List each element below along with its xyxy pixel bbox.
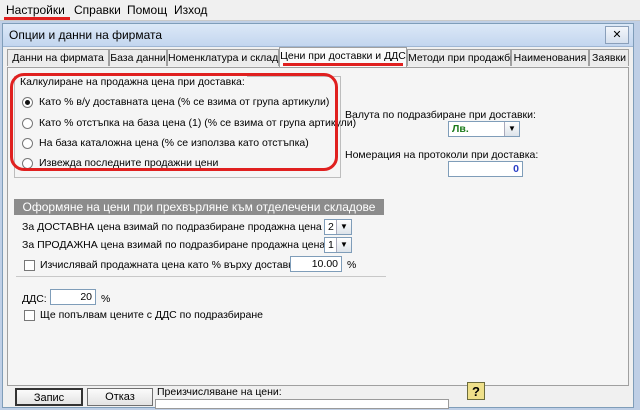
chevron-down-icon[interactable]: ▼: [336, 238, 351, 252]
close-button[interactable]: ✕: [605, 26, 629, 44]
tab-database[interactable]: База данни: [109, 49, 167, 66]
sale-price-label: За ПРОДАЖНА цена взимай по подразбиране …: [22, 239, 340, 251]
delivery-price-value: 2: [328, 221, 334, 233]
dialog-footer: Запис Отказ Преизчисляване на цени: ?: [7, 382, 629, 409]
chevron-down-icon[interactable]: ▼: [336, 220, 351, 234]
calc-percent-input[interactable]: 10.00: [290, 256, 342, 272]
radio-label: Като % отстъпка на база цена (1) (% се в…: [39, 117, 357, 129]
vat-input[interactable]: 20: [50, 289, 96, 305]
calc-group-title: Калкулиране на продажна цена при доставк…: [18, 76, 247, 88]
menu-exit[interactable]: Изход: [174, 3, 207, 17]
chevron-down-icon[interactable]: ▼: [504, 122, 519, 136]
question-icon: ?: [472, 384, 480, 399]
options-dialog: Опции и данни на фирмата ✕ Данни на фирм…: [2, 23, 634, 409]
currency-value: Лв.: [452, 123, 469, 135]
cancel-button[interactable]: Отказ: [87, 388, 153, 406]
prices-with-vat-label: Ще попълвам цените с ДДС по подразбиране: [40, 309, 263, 321]
prices-with-vat-checkbox[interactable]: [24, 310, 35, 321]
window-title: Опции и данни на фирмата: [9, 28, 163, 42]
tab-names[interactable]: Наименования: [511, 49, 589, 66]
help-button[interactable]: ?: [467, 382, 485, 400]
radio-button[interactable]: [22, 157, 33, 169]
calc-percent-checkbox[interactable]: [24, 260, 35, 271]
sale-price-value: 1: [328, 239, 334, 251]
menu-help[interactable]: Помощ: [127, 3, 167, 17]
save-button[interactable]: Запис: [15, 388, 83, 406]
divider: [16, 276, 386, 277]
protocol-label: Номерация на протоколи при доставка:: [345, 149, 539, 161]
radio-option-last-prices[interactable]: Извежда последните продажни цени: [22, 155, 218, 171]
radio-option-discount[interactable]: Като % отстъпка на база цена (1) (% се в…: [22, 115, 356, 131]
radio-button[interactable]: [22, 117, 33, 129]
radio-label: На база каталожна цена (% се използва ка…: [39, 137, 309, 149]
menu-bar: Настройки Справки Помощ Изход: [0, 0, 640, 21]
tab-orders[interactable]: Заявки: [589, 49, 629, 66]
protocol-number-input[interactable]: 0: [448, 161, 523, 177]
tab-sales-methods[interactable]: Методи при продажби: [407, 49, 516, 66]
calc-percent-unit: %: [347, 259, 357, 271]
radio-button[interactable]: [22, 96, 33, 108]
radio-button[interactable]: [22, 137, 33, 149]
calc-percent-label: Изчислявай продажната цена като % върху …: [40, 259, 311, 271]
title-bar: Опции и данни на фирмата ✕: [3, 24, 633, 47]
radio-option-catalog[interactable]: На база каталожна цена (% се използва ка…: [22, 135, 309, 151]
recalc-progress-bar: [155, 399, 449, 409]
vat-unit: %: [101, 293, 111, 305]
radio-label: Като % в/у доставната цена (% се взима о…: [39, 96, 330, 108]
tab-company-data[interactable]: Данни на фирмата: [7, 49, 109, 66]
close-icon: ✕: [612, 29, 622, 41]
annotation-underline-tab: [283, 63, 403, 66]
menu-help-docs[interactable]: Справки: [74, 3, 121, 17]
vat-label: ДДС:: [22, 293, 47, 305]
radio-label: Извежда последните продажни цени: [39, 157, 219, 169]
tab-content: Калкулиране на продажна цена при доставк…: [7, 67, 629, 386]
currency-label: Валута по подразбиране при доставки:: [345, 109, 536, 121]
radio-option-markup[interactable]: Като % в/у доставната цена (% се взима о…: [22, 94, 329, 110]
recalc-label: Преизчисляване на цени:: [157, 386, 282, 398]
annotation-underline-menu: [4, 17, 70, 20]
currency-select[interactable]: Лв. ▼: [448, 121, 520, 137]
tab-nomenclature[interactable]: Номенклатура и склад: [167, 49, 279, 66]
transfer-section-header: Оформяне на цени при прехвърляне към отд…: [14, 199, 384, 215]
sale-price-select[interactable]: 1 ▼: [324, 237, 352, 253]
menu-settings[interactable]: Настройки: [6, 3, 65, 17]
delivery-price-label: За ДОСТАВНА цена взимай по подразбиране …: [22, 221, 336, 233]
delivery-price-select[interactable]: 2 ▼: [324, 219, 352, 235]
